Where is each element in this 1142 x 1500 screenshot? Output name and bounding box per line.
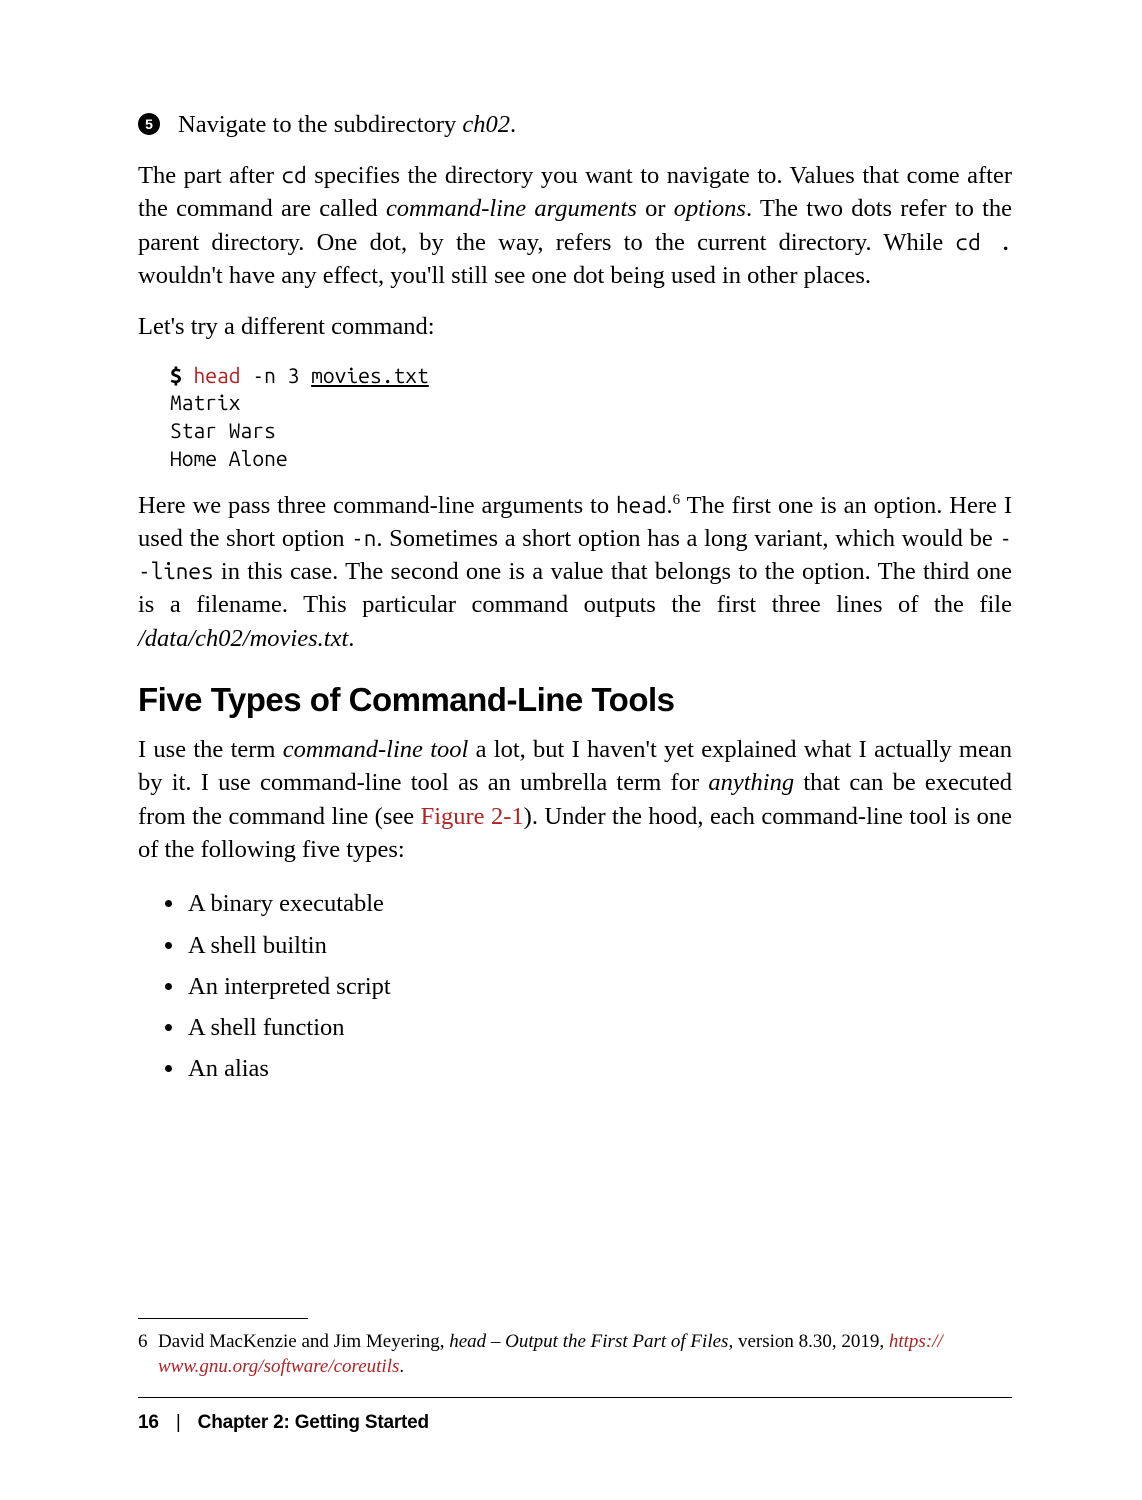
code-head: head xyxy=(616,493,666,518)
text: , version 8.30, 2019, xyxy=(728,1331,888,1352)
footnote-link[interactable]: https:// xyxy=(889,1331,943,1352)
tool-types-list: A binary executable A shell builtin An i… xyxy=(164,884,1012,1088)
footer-separator: | xyxy=(176,1412,181,1433)
footnote-text: David MacKenzie and Jim Meyering, head –… xyxy=(158,1329,943,1380)
text: I use the term xyxy=(138,736,283,763)
command-file-arg: movies.txt xyxy=(311,363,429,387)
paragraph-cd-explanation: The part after cd specifies the director… xyxy=(138,159,1012,292)
command-args: -n 3 xyxy=(241,363,312,387)
footnote-number: 6 xyxy=(138,1329,158,1380)
text: . xyxy=(348,625,354,652)
em-anything: anything xyxy=(708,769,794,796)
callout-number-badge: 5 xyxy=(138,113,160,135)
text: . xyxy=(510,111,516,138)
output-line: Home Alone xyxy=(170,446,288,470)
paragraph-try-command: Let's try a different command: xyxy=(138,310,1012,343)
callout-em: ch02 xyxy=(462,111,510,138)
code-n: -n xyxy=(351,526,376,551)
code-cd-dot: cd . xyxy=(956,230,1013,255)
text: . Sometimes a short option has a long va… xyxy=(376,525,999,552)
code-block-head: $ head -n 3 movies.txt Matrix Star Wars … xyxy=(170,362,1012,473)
heading-five-types: Five Types of Command-Line Tools xyxy=(138,681,1012,719)
em-filepath: /data/ch02/movies.txt xyxy=(138,625,348,652)
footnotes-block: 6 David MacKenzie and Jim Meyering, head… xyxy=(138,1318,1012,1380)
text: . xyxy=(399,1356,404,1377)
text: David MacKenzie and Jim Meyering, xyxy=(158,1331,449,1352)
footnote-title: head – Output the First Part of Files xyxy=(449,1331,728,1352)
text: Here we pass three command-line argument… xyxy=(138,492,616,519)
list-item: A binary executable xyxy=(186,884,1012,923)
paragraph-five-types-intro: I use the term command-line tool a lot, … xyxy=(138,733,1012,866)
em-options: options xyxy=(674,195,746,222)
list-item: A shell builtin xyxy=(186,926,1012,965)
text: The part after xyxy=(138,162,282,189)
shell-prompt: $ xyxy=(170,363,182,387)
callout-text: Navigate to the subdirectory ch02. xyxy=(178,108,516,141)
chapter-label: Chapter 2: Getting Started xyxy=(198,1412,429,1433)
code-cd: cd xyxy=(282,163,307,188)
page: 5 Navigate to the subdirectory ch02. The… xyxy=(0,0,1142,1500)
footnote-6: 6 David MacKenzie and Jim Meyering, head… xyxy=(138,1329,1012,1380)
footnote-link[interactable]: www.gnu.org/software/coreutils xyxy=(158,1356,399,1377)
paragraph-head-explanation: Here we pass three command-line argument… xyxy=(138,489,1012,656)
page-number: 16 xyxy=(138,1412,159,1433)
output-line: Star Wars xyxy=(170,418,276,442)
page-footer: 16 | Chapter 2: Getting Started xyxy=(138,1397,1012,1434)
figure-ref-link[interactable]: Figure 2-1 xyxy=(421,803,524,830)
list-item: A shell function xyxy=(186,1008,1012,1047)
callout-item-5: 5 Navigate to the subdirectory ch02. xyxy=(138,108,1012,141)
text: in this case. The second one is a value … xyxy=(138,558,1012,618)
list-item: An interpreted script xyxy=(186,967,1012,1006)
command-head: head xyxy=(194,363,241,387)
text: wouldn't have any effect, you'll still s… xyxy=(138,262,871,289)
text: Navigate to the subdirectory xyxy=(178,111,462,138)
text: or xyxy=(637,195,674,222)
em-cli-args: command-line arguments xyxy=(386,195,637,222)
list-item: An alias xyxy=(186,1049,1012,1088)
output-line: Matrix xyxy=(170,390,241,414)
footnote-rule xyxy=(138,1318,308,1319)
em-cli-tool: command-line tool xyxy=(283,736,469,763)
footnote-ref-6[interactable]: 6 xyxy=(673,491,681,507)
